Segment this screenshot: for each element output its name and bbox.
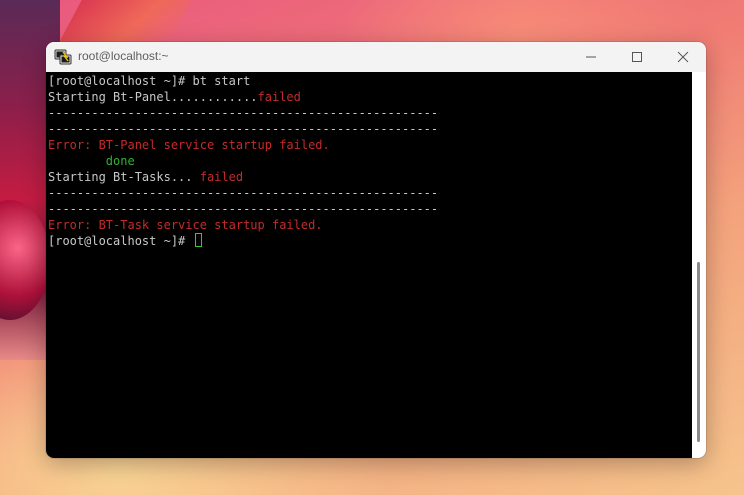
terminal-text-segment: Starting Bt-Tasks... <box>48 170 200 184</box>
putty-icon <box>54 49 72 65</box>
terminal-cursor <box>194 233 202 247</box>
terminal-line: ----------------------------------------… <box>48 105 688 121</box>
terminal-line: ----------------------------------------… <box>48 185 688 201</box>
vertical-scrollbar[interactable] <box>692 72 706 458</box>
terminal-text-segment: done <box>48 154 135 168</box>
terminal-text-segment: [root@localhost ~]# bt start <box>48 74 251 88</box>
minimize-icon <box>586 56 596 58</box>
scrollbar-thumb[interactable] <box>697 262 700 442</box>
terminal-text-segment: ----------------------------------------… <box>48 202 439 216</box>
terminal-text-segment: Error: BT-Task service startup failed. <box>48 218 323 232</box>
title-bar[interactable]: root@localhost:~ <box>46 42 706 72</box>
terminal-text-segment: ----------------------------------------… <box>48 122 439 136</box>
terminal-text-segment: ----------------------------------------… <box>48 106 439 120</box>
terminal-line: done <box>48 153 688 169</box>
terminal-text-segment: ----------------------------------------… <box>48 186 439 200</box>
minimize-button[interactable] <box>568 42 614 72</box>
close-icon <box>677 51 689 63</box>
terminal-text-segment: Error: BT-Panel service startup failed. <box>48 138 330 152</box>
terminal-line: Error: BT-Panel service startup failed. <box>48 137 688 153</box>
close-button[interactable] <box>660 42 706 72</box>
putty-window[interactable]: root@localhost:~ [root@localhost ~]# bt … <box>46 42 706 458</box>
terminal-text-segment: [root@localhost ~]# <box>48 234 193 248</box>
terminal-line: ----------------------------------------… <box>48 201 688 217</box>
terminal-line: [root@localhost ~]# <box>48 233 688 249</box>
terminal-text-segment: failed <box>199 170 244 184</box>
terminal-line: ----------------------------------------… <box>48 121 688 137</box>
maximize-icon <box>632 52 642 62</box>
window-title: root@localhost:~ <box>78 49 169 63</box>
terminal-line: [root@localhost ~]# bt start <box>48 73 688 89</box>
terminal-area[interactable]: [root@localhost ~]# bt start Starting Bt-… <box>46 72 706 458</box>
terminal-output: [root@localhost ~]# bt start Starting Bt-… <box>48 73 688 249</box>
terminal-text-segment: Starting Bt-Panel............ <box>48 90 258 104</box>
terminal-line: Starting Bt-Panel............failed <box>48 89 688 105</box>
wallpaper-ribbon <box>58 0 192 44</box>
maximize-button[interactable] <box>614 42 660 72</box>
terminal-line: Starting Bt-Tasks... failed <box>48 169 688 185</box>
terminal-line: Error: BT-Task service startup failed. <box>48 217 688 233</box>
terminal-text-segment: failed <box>257 90 301 104</box>
